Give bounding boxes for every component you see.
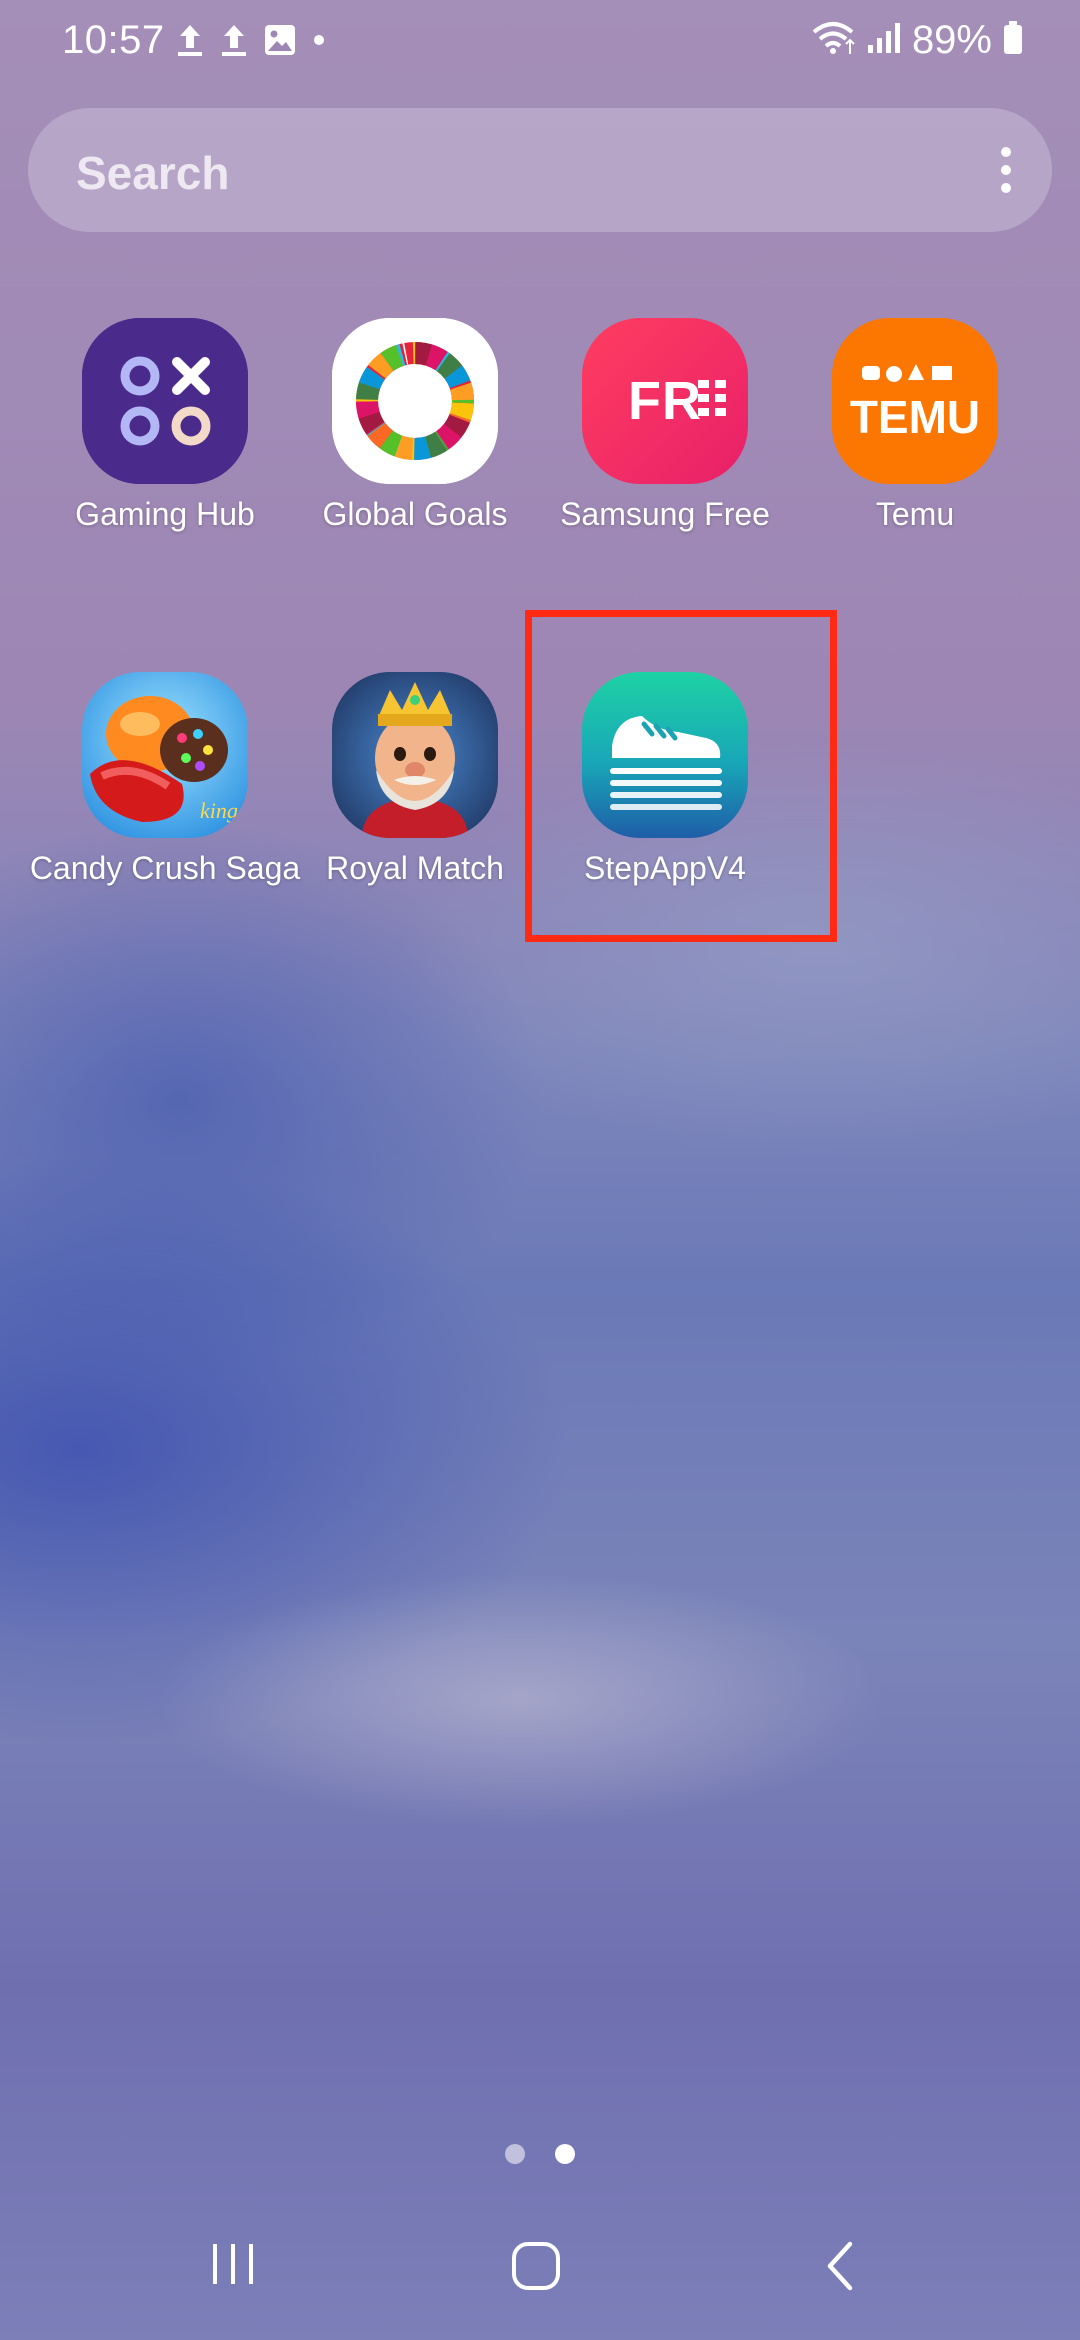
- app-candy-crush-saga[interactable]: king Candy Crush Saga: [30, 672, 300, 932]
- home-button[interactable]: [510, 2240, 562, 2297]
- app-samsung-free[interactable]: FR Samsung Free: [540, 318, 790, 578]
- dot-icon: [311, 23, 327, 57]
- samsung-free-icon: FR: [582, 318, 748, 484]
- system-status: 89%: [810, 18, 1024, 63]
- gaming-hub-icon: [82, 318, 248, 484]
- temu-icon: TEMU: [832, 318, 998, 484]
- svg-text:king: king: [200, 798, 238, 823]
- app-temu[interactable]: TEMU Temu: [790, 318, 1040, 578]
- recent-apps-button[interactable]: [210, 2240, 256, 2293]
- upload-icon: [175, 22, 205, 58]
- svg-text:FR: FR: [628, 371, 702, 431]
- status-time: 10:57: [62, 18, 165, 62]
- highlight-box: [525, 610, 837, 942]
- page-indicator-dot-1[interactable]: [505, 2144, 525, 2164]
- app-global-goals[interactable]: Global Goals: [290, 318, 540, 578]
- app-label: Temu: [875, 496, 955, 532]
- royal-match-icon: [332, 672, 498, 838]
- back-button[interactable]: [822, 2240, 856, 2297]
- upload-icon: [219, 22, 249, 58]
- signal-icon: [866, 21, 902, 60]
- battery-icon: [1002, 20, 1024, 61]
- notification-icons: [175, 22, 327, 58]
- home-icon: [510, 2242, 562, 2296]
- wifi-icon: [810, 20, 856, 61]
- svg-text:TEMU: TEMU: [850, 391, 980, 443]
- image-icon: [263, 23, 297, 57]
- search-placeholder: Search: [76, 147, 230, 199]
- more-vertical-icon[interactable]: [996, 144, 1016, 196]
- home-screen: 10:57 89% Search Gaming Hub Global Goals…: [0, 0, 1080, 2340]
- search-bar[interactable]: Search: [28, 108, 1052, 232]
- back-icon: [822, 2241, 856, 2296]
- recent-apps-icon: [210, 2244, 256, 2292]
- battery-percent: 89%: [911, 18, 992, 62]
- status-bar: 10:57 89%: [0, 0, 1080, 86]
- candy-crush-icon: king: [82, 672, 248, 838]
- app-royal-match[interactable]: Royal Match: [290, 672, 540, 932]
- page-indicator-dot-2-active[interactable]: [555, 2144, 575, 2164]
- global-goals-icon: [332, 318, 498, 484]
- app-gaming-hub[interactable]: Gaming Hub: [40, 318, 290, 578]
